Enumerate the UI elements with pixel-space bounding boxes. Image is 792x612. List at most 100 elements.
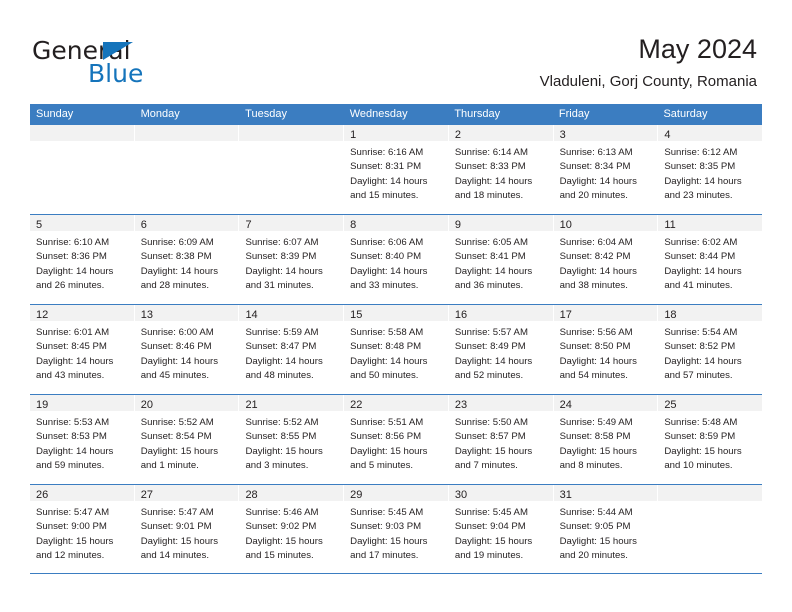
- title-block: May 2024 Vladuleni, Gorj County, Romania: [540, 32, 757, 92]
- day-cell[interactable]: 18 Sunrise: 5:54 AM Sunset: 8:52 PM Dayl…: [658, 305, 763, 394]
- day-cell[interactable]: 24 Sunrise: 5:49 AM Sunset: 8:58 PM Dayl…: [553, 395, 659, 484]
- day-cell[interactable]: [30, 125, 135, 214]
- day-cell[interactable]: 30 Sunrise: 5:45 AM Sunset: 9:04 PM Dayl…: [448, 485, 554, 573]
- sunrise-text: Sunrise: 6:09 AM: [140, 237, 214, 248]
- day-cell[interactable]: 4 Sunrise: 6:12 AM Sunset: 8:35 PM Dayli…: [658, 125, 763, 214]
- day-info: Sunrise: 5:58 AM Sunset: 8:48 PM Dayligh…: [344, 322, 448, 383]
- daylight-text-line2: and 8 minutes.: [559, 459, 623, 471]
- day-cell[interactable]: 1 Sunrise: 6:16 AM Sunset: 8:31 PM Dayli…: [344, 125, 449, 214]
- sunrise-text: Sunrise: 5:50 AM: [454, 417, 528, 428]
- day-cell[interactable]: 22 Sunrise: 5:51 AM Sunset: 8:56 PM Dayl…: [344, 395, 449, 484]
- daylight-text-line2: and 18 minutes.: [454, 189, 524, 201]
- day-number-bar: 8: [344, 215, 448, 232]
- sunset-text: Sunset: 9:01 PM: [140, 521, 212, 533]
- day-info: Sunrise: 6:16 AM Sunset: 8:31 PM Dayligh…: [344, 142, 448, 203]
- day-info: Sunrise: 6:12 AM Sunset: 8:35 PM Dayligh…: [658, 142, 762, 203]
- day-info: Sunrise: 6:07 AM Sunset: 8:39 PM Dayligh…: [239, 232, 343, 293]
- day-number-bar: 7: [239, 215, 344, 232]
- day-number: 3: [559, 129, 566, 141]
- day-number: 13: [140, 309, 153, 321]
- sunrise-text: Sunrise: 6:12 AM: [664, 147, 738, 158]
- weekday-wednesday: Wednesday: [349, 108, 408, 120]
- day-cell[interactable]: 23 Sunrise: 5:50 AM Sunset: 8:57 PM Dayl…: [448, 395, 554, 484]
- day-cell[interactable]: 31 Sunrise: 5:44 AM Sunset: 9:05 PM Dayl…: [553, 485, 659, 573]
- day-cell[interactable]: 27 Sunrise: 5:47 AM Sunset: 9:01 PM Dayl…: [134, 485, 240, 573]
- day-cell[interactable]: 20 Sunrise: 5:52 AM Sunset: 8:54 PM Dayl…: [134, 395, 240, 484]
- daylight-text-line2: and 17 minutes.: [350, 549, 419, 561]
- day-info: Sunrise: 5:49 AM Sunset: 8:58 PM Dayligh…: [554, 412, 658, 473]
- logo-text-blue: Blue: [88, 59, 144, 88]
- daylight-text-line1: Daylight: 15 hours: [350, 445, 428, 457]
- day-cell[interactable]: [658, 485, 763, 573]
- daylight-text-line1: Daylight: 15 hours: [559, 445, 637, 457]
- sunrise-text: Sunrise: 6:07 AM: [245, 237, 319, 248]
- day-number-bar: 23: [448, 395, 553, 412]
- day-cell[interactable]: 29 Sunrise: 5:45 AM Sunset: 9:03 PM Dayl…: [344, 485, 449, 573]
- day-cell[interactable]: 13 Sunrise: 6:00 AM Sunset: 8:46 PM Dayl…: [134, 305, 240, 394]
- daylight-text-line2: and 43 minutes.: [36, 369, 105, 381]
- day-cell[interactable]: 6 Sunrise: 6:09 AM Sunset: 8:38 PM Dayli…: [134, 215, 240, 304]
- day-cell[interactable]: 19 Sunrise: 5:53 AM Sunset: 8:53 PM Dayl…: [30, 395, 135, 484]
- daylight-text-line1: Daylight: 14 hours: [664, 265, 742, 277]
- weekday-monday: Monday: [140, 108, 180, 120]
- day-cell[interactable]: 7 Sunrise: 6:07 AM Sunset: 8:39 PM Dayli…: [239, 215, 345, 304]
- day-cell[interactable]: [239, 125, 345, 214]
- day-number: [658, 489, 664, 501]
- day-cell[interactable]: 10 Sunrise: 6:04 AM Sunset: 8:42 PM Dayl…: [553, 215, 659, 304]
- week-row: 5 Sunrise: 6:10 AM Sunset: 8:36 PM Dayli…: [30, 215, 763, 305]
- day-cell[interactable]: 26 Sunrise: 5:47 AM Sunset: 9:00 PM Dayl…: [30, 485, 135, 573]
- day-cell[interactable]: 12 Sunrise: 6:01 AM Sunset: 8:45 PM Dayl…: [30, 305, 135, 394]
- sunset-text: Sunset: 8:38 PM: [140, 251, 212, 263]
- sunset-text: Sunset: 9:02 PM: [245, 521, 317, 533]
- day-number: 22: [350, 399, 363, 411]
- sunrise-text: Sunrise: 6:06 AM: [350, 237, 424, 248]
- sunrise-text: Sunrise: 5:59 AM: [245, 327, 319, 338]
- sunrise-text: Sunrise: 5:47 AM: [36, 507, 110, 518]
- day-cell[interactable]: 3 Sunrise: 6:13 AM Sunset: 8:34 PM Dayli…: [553, 125, 659, 214]
- daylight-text-line2: and 14 minutes.: [140, 549, 209, 561]
- daylight-text-line2: and 28 minutes.: [140, 279, 209, 291]
- daylight-text-line2: and 19 minutes.: [454, 549, 524, 561]
- day-number: 19: [36, 399, 49, 411]
- daylight-text-line2: and 38 minutes.: [559, 279, 628, 291]
- sunset-text: Sunset: 9:00 PM: [36, 521, 107, 533]
- day-cell[interactable]: 15 Sunrise: 5:58 AM Sunset: 8:48 PM Dayl…: [344, 305, 449, 394]
- day-cell[interactable]: 21 Sunrise: 5:52 AM Sunset: 8:55 PM Dayl…: [239, 395, 345, 484]
- general-blue-logo[interactable]: General Blue: [32, 37, 262, 88]
- day-info: Sunrise: 5:47 AM Sunset: 9:00 PM Dayligh…: [30, 502, 134, 563]
- day-number-bar: 6: [134, 215, 239, 232]
- day-cell[interactable]: 9 Sunrise: 6:05 AM Sunset: 8:41 PM Dayli…: [448, 215, 554, 304]
- day-cell[interactable]: [134, 125, 240, 214]
- day-number-bar: 16: [448, 305, 553, 322]
- sunset-text: Sunset: 8:58 PM: [559, 431, 631, 443]
- weekday-header-row: Sunday Monday Tuesday Wednesday Thursday…: [30, 104, 762, 125]
- sunrise-text: Sunrise: 6:01 AM: [36, 327, 110, 338]
- daylight-text-line1: Daylight: 14 hours: [245, 265, 323, 277]
- day-number: 26: [36, 489, 49, 501]
- week-row: 12 Sunrise: 6:01 AM Sunset: 8:45 PM Dayl…: [30, 305, 763, 395]
- day-cell[interactable]: 8 Sunrise: 6:06 AM Sunset: 8:40 PM Dayli…: [344, 215, 449, 304]
- day-cell[interactable]: 2 Sunrise: 6:14 AM Sunset: 8:33 PM Dayli…: [448, 125, 554, 214]
- day-info: Sunrise: 5:45 AM Sunset: 9:04 PM Dayligh…: [449, 502, 553, 563]
- day-info: Sunrise: 6:01 AM Sunset: 8:45 PM Dayligh…: [30, 322, 134, 383]
- logo-triangle-icon: [103, 42, 133, 60]
- day-number-bar: 12: [30, 305, 134, 322]
- day-cell[interactable]: 17 Sunrise: 5:56 AM Sunset: 8:50 PM Dayl…: [553, 305, 659, 394]
- day-cell[interactable]: 25 Sunrise: 5:48 AM Sunset: 8:59 PM Dayl…: [658, 395, 763, 484]
- weekday-friday: Friday: [558, 108, 590, 120]
- daylight-text-line2: and 52 minutes.: [454, 369, 524, 381]
- day-number-bar: 29: [344, 485, 448, 502]
- sunrise-text: Sunrise: 6:14 AM: [454, 147, 528, 158]
- day-cell[interactable]: 5 Sunrise: 6:10 AM Sunset: 8:36 PM Dayli…: [30, 215, 135, 304]
- day-number-bar: 13: [134, 305, 239, 322]
- daylight-text-line1: Daylight: 15 hours: [454, 445, 533, 457]
- day-info: Sunrise: 5:47 AM Sunset: 9:01 PM Dayligh…: [135, 502, 239, 563]
- weekday-thursday: Thursday: [454, 108, 501, 120]
- day-cell[interactable]: 11 Sunrise: 6:02 AM Sunset: 8:44 PM Dayl…: [658, 215, 763, 304]
- day-cell[interactable]: 16 Sunrise: 5:57 AM Sunset: 8:49 PM Dayl…: [448, 305, 554, 394]
- day-cell[interactable]: 14 Sunrise: 5:59 AM Sunset: 8:47 PM Dayl…: [239, 305, 345, 394]
- daylight-text-line1: Daylight: 15 hours: [36, 535, 114, 547]
- day-number-bar: 28: [239, 485, 344, 502]
- day-cell[interactable]: 28 Sunrise: 5:46 AM Sunset: 9:02 PM Dayl…: [239, 485, 345, 573]
- day-number: 10: [559, 219, 572, 231]
